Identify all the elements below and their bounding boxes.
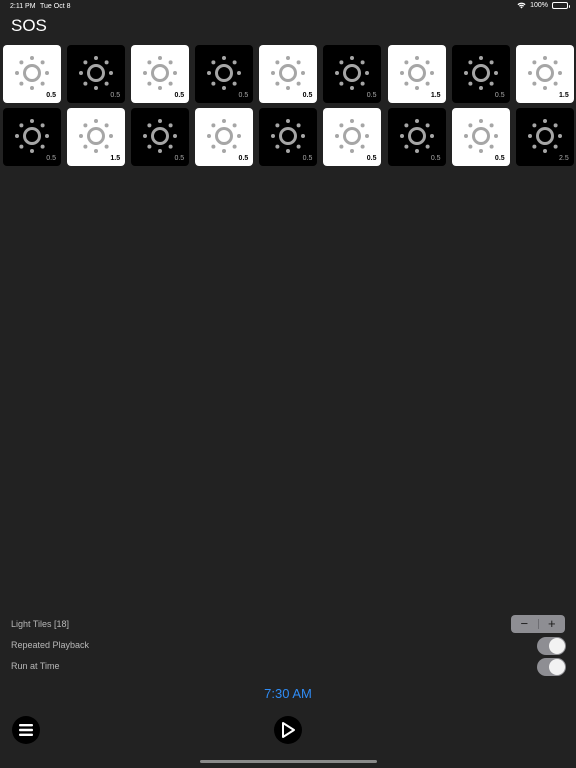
tile-duration: 0.5 <box>494 155 505 162</box>
light-tile[interactable]: 0.5 <box>323 108 382 166</box>
brightness-icon <box>15 119 49 153</box>
tile-duration: 0.5 <box>494 92 505 99</box>
dark-tile[interactable]: 0.5 <box>259 108 318 166</box>
light-tile[interactable]: 1.5 <box>387 45 446 103</box>
toggle-knob <box>549 638 565 654</box>
status-right: 100% <box>517 2 570 9</box>
status-date: Tue Oct 8 <box>40 3 71 10</box>
light-tile[interactable]: 0.5 <box>195 108 254 166</box>
tile-duration: 0.5 <box>302 155 313 162</box>
light-tiles-stepper[interactable]: − + <box>511 615 565 633</box>
tile-duration: 2.5 <box>559 155 569 162</box>
brightness-icon <box>527 56 562 90</box>
battery-percent: 100% <box>530 2 548 9</box>
status-time: 2:11 PM <box>10 3 36 10</box>
page-title: SOS <box>11 16 47 35</box>
brightness-icon <box>335 56 370 90</box>
dark-tile[interactable]: 0.5 <box>131 108 190 166</box>
tile-duration: 0.5 <box>430 155 441 162</box>
brightness-icon <box>143 56 178 90</box>
tile-duration: 0.5 <box>46 155 56 162</box>
repeated-playback-toggle[interactable] <box>537 637 566 655</box>
play-icon <box>282 722 295 738</box>
tile-duration: 0.5 <box>46 92 56 99</box>
dark-tile[interactable]: 0.5 <box>387 108 446 166</box>
decrement-button[interactable]: − <box>511 615 538 633</box>
dark-tile[interactable]: 2.5 <box>515 108 574 166</box>
battery-icon <box>552 2 570 9</box>
brightness-icon <box>527 119 562 153</box>
brightness-icon <box>463 119 498 153</box>
home-indicator <box>200 760 377 763</box>
run-at-time-label: Run at Time <box>11 661 60 671</box>
wifi-icon <box>517 2 526 9</box>
brightness-icon <box>79 119 114 153</box>
tile-duration: 0.5 <box>302 92 313 99</box>
brightness-icon <box>271 56 306 90</box>
run-at-time-toggle[interactable] <box>537 658 566 676</box>
dark-tile[interactable]: 0.5 <box>451 45 510 103</box>
light-tile[interactable]: 1.5 <box>67 108 126 166</box>
brightness-icon <box>143 119 178 153</box>
tile-duration: 1.5 <box>110 155 121 162</box>
tile-duration: 0.5 <box>238 92 249 99</box>
play-button[interactable] <box>274 716 302 744</box>
tile-grid: 0.5 0.5 0.5 0.5 0.5 0.5 1.5 0.5 1.5 0.5 … <box>3 45 574 166</box>
light-tile[interactable]: 0.5 <box>131 45 190 103</box>
toggle-knob <box>549 659 565 675</box>
tile-duration: 0.5 <box>174 92 185 99</box>
tile-duration: 0.5 <box>238 155 249 162</box>
dark-tile[interactable]: 0.5 <box>67 45 126 103</box>
brightness-icon <box>399 56 434 90</box>
brightness-icon <box>335 119 370 153</box>
repeated-playback-label: Repeated Playback <box>11 640 90 650</box>
brightness-icon <box>399 119 434 153</box>
light-tile[interactable]: 1.5 <box>515 45 574 103</box>
brightness-icon <box>15 56 49 90</box>
light-tiles-label: Light Tiles [18] <box>11 619 70 629</box>
light-tile[interactable]: 0.5 <box>3 45 61 103</box>
tile-duration: 0.5 <box>174 155 185 162</box>
menu-icon <box>19 724 33 736</box>
increment-button[interactable]: + <box>539 615 566 633</box>
brightness-icon <box>207 119 242 153</box>
brightness-icon <box>79 56 114 90</box>
tile-duration: 0.5 <box>366 155 377 162</box>
tile-duration: 1.5 <box>559 92 569 99</box>
dark-tile[interactable]: 0.5 <box>195 45 254 103</box>
light-tile[interactable]: 0.5 <box>259 45 318 103</box>
menu-button[interactable] <box>12 716 40 744</box>
brightness-icon <box>271 119 306 153</box>
dark-tile[interactable]: 0.5 <box>3 108 61 166</box>
brightness-icon <box>207 56 242 90</box>
status-bar: 2:11 PM Tue Oct 8 100% <box>0 0 576 14</box>
tile-duration: 0.5 <box>366 92 377 99</box>
run-time-button[interactable]: 7:30 AM <box>0 686 576 701</box>
tile-duration: 0.5 <box>110 92 121 99</box>
light-tile[interactable]: 0.5 <box>451 108 510 166</box>
brightness-icon <box>463 56 498 90</box>
tile-duration: 1.5 <box>430 92 441 99</box>
dark-tile[interactable]: 0.5 <box>323 45 382 103</box>
